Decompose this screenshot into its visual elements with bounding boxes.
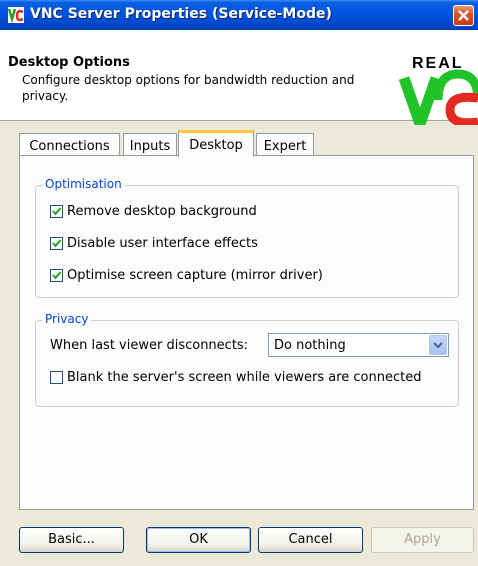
blank-screen-checkbox[interactable] <box>50 371 63 384</box>
svg-text:REAL: REAL <box>412 55 464 72</box>
basic-button[interactable]: Basic... <box>19 527 124 553</box>
disable-effects-label: Disable user interface effects <box>67 236 258 251</box>
properties-window: VNC Server Properties (Service-Mode) Des… <box>0 0 478 566</box>
mirror-driver-checkbox[interactable] <box>50 269 63 282</box>
disconnect-action-value: Do nothing <box>274 338 346 353</box>
mirror-driver-label: Optimise screen capture (mirror driver) <box>67 268 323 283</box>
checkmark-icon <box>52 207 62 216</box>
remove-background-label: Remove desktop background <box>67 204 257 219</box>
close-icon <box>458 10 469 21</box>
apply-button[interactable]: Apply <box>371 527 474 553</box>
disconnect-action-select[interactable]: Do nothing <box>268 333 449 357</box>
ok-button[interactable]: OK <box>146 527 251 553</box>
tab-connections[interactable]: Connections <box>19 133 120 155</box>
tab-desktop[interactable]: Desktop <box>178 130 254 157</box>
page-title: Desktop Options <box>8 55 130 70</box>
remove-background-checkbox[interactable] <box>50 205 63 218</box>
chevron-down-icon <box>433 342 443 349</box>
close-button[interactable] <box>453 5 474 26</box>
title-bar[interactable]: VNC Server Properties (Service-Mode) <box>0 0 478 30</box>
tab-expert[interactable]: Expert <box>256 133 314 155</box>
window-title: VNC Server Properties (Service-Mode) <box>30 6 332 22</box>
disconnect-label: When last viewer disconnects: <box>50 338 249 353</box>
blank-screen-label: Blank the server's screen while viewers … <box>67 370 422 385</box>
cancel-button[interactable]: Cancel <box>258 527 363 553</box>
tab-inputs[interactable]: Inputs <box>123 133 177 155</box>
privacy-title: Privacy <box>42 312 92 326</box>
page-description: Configure desktop options for bandwidth … <box>22 73 355 103</box>
checkmark-icon <box>52 271 62 280</box>
checkmark-icon <box>52 239 62 248</box>
optimisation-title: Optimisation <box>42 177 125 191</box>
disable-effects-checkbox[interactable] <box>50 237 63 250</box>
realvnc-logo: REAL <box>398 55 478 125</box>
vnc-icon <box>8 7 24 23</box>
dropdown-button[interactable] <box>429 335 447 355</box>
